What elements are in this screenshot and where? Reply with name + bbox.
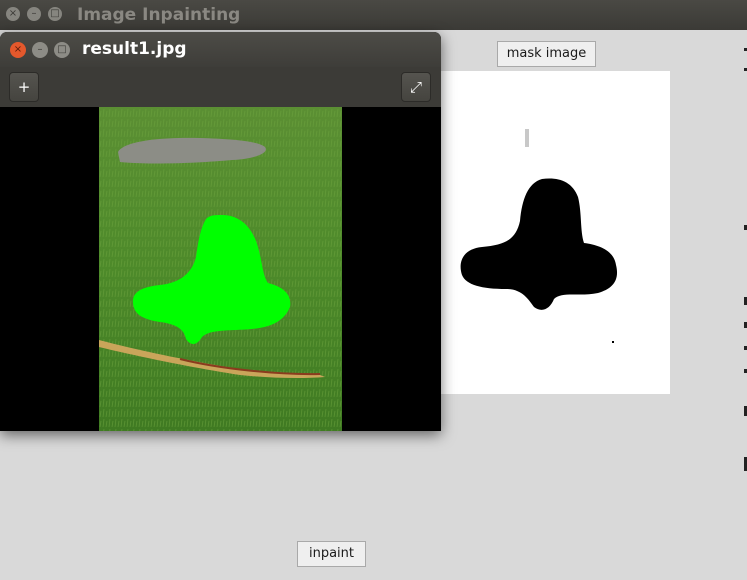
image-toolbar: + ⤢ <box>0 67 441 108</box>
main-window-title: Image Inpainting <box>77 5 241 25</box>
main-window-titlebar: × – □ Image Inpainting <box>0 0 747 30</box>
image-window-title: result1.jpg <box>82 39 187 59</box>
main-close-button[interactable]: × <box>6 7 20 21</box>
image-viewer-window: × – □ result1.jpg + ⤢ <box>0 32 441 431</box>
image-window-titlebar[interactable]: × – □ result1.jpg <box>0 32 441 67</box>
grass-photo <box>0 107 441 431</box>
zoom-in-icon[interactable]: + <box>9 72 39 102</box>
fullscreen-icon[interactable]: ⤢ <box>401 72 431 102</box>
image-minimize-button[interactable]: – <box>32 42 48 58</box>
mask-image-canvas <box>430 71 670 394</box>
main-maximize-button[interactable]: □ <box>48 7 62 21</box>
main-minimize-button[interactable]: – <box>27 7 41 21</box>
mask-image-button[interactable]: mask image <box>497 41 596 67</box>
image-close-button[interactable]: × <box>10 42 26 58</box>
image-maximize-button[interactable]: □ <box>54 42 70 58</box>
mask-shape-graphic <box>460 129 618 343</box>
inpaint-button[interactable]: inpaint <box>297 541 366 567</box>
photo-display <box>0 107 441 431</box>
